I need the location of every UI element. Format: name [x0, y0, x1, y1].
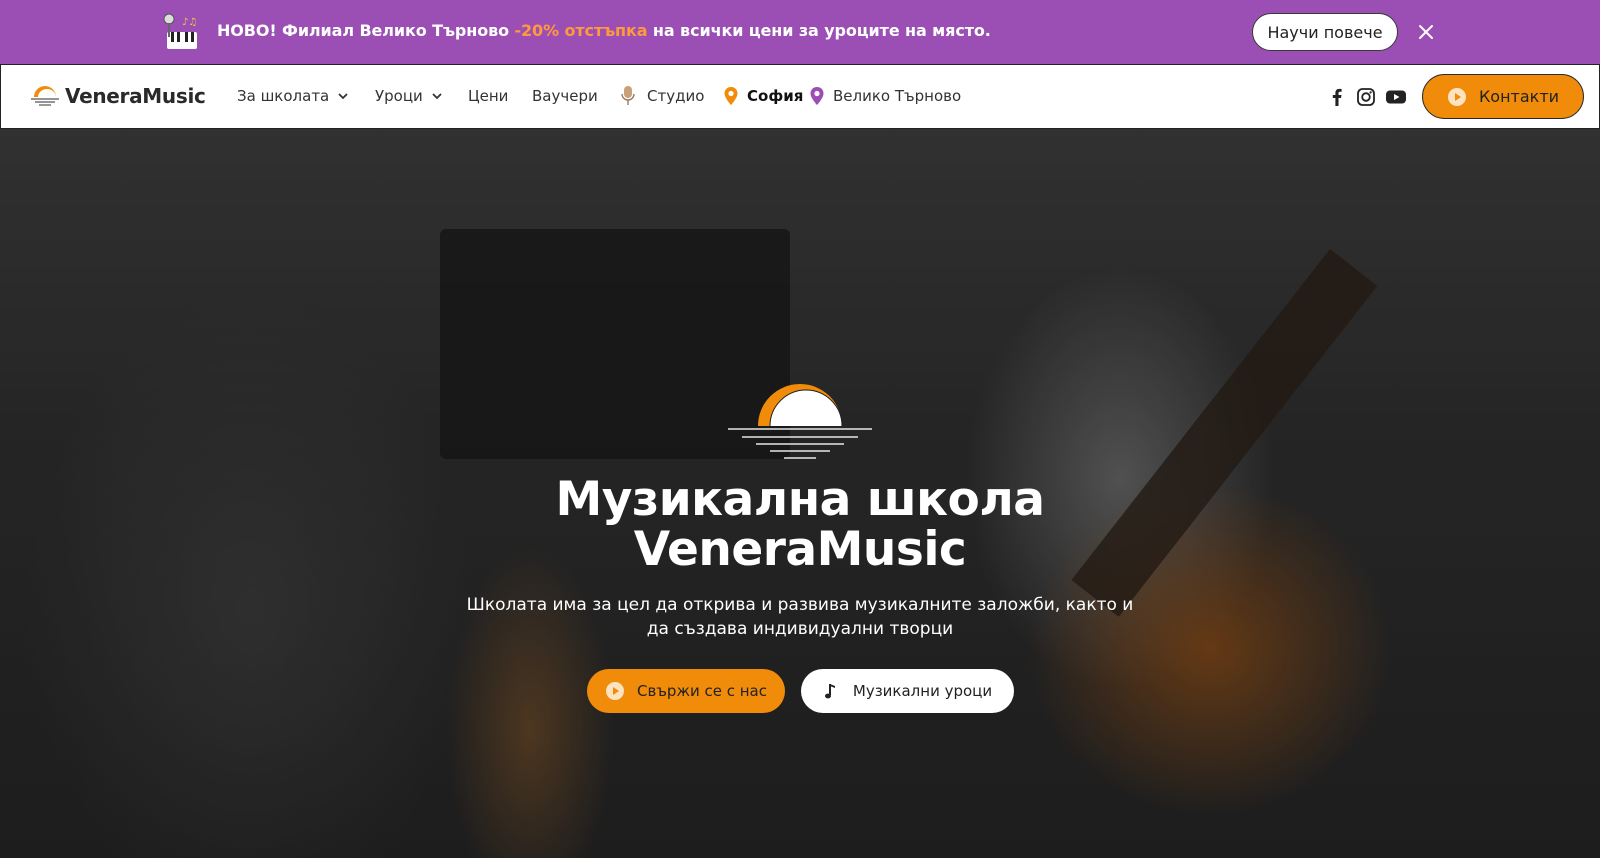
svg-text:♪♫: ♪♫	[182, 17, 197, 28]
site-logo[interactable]: VeneraMusic	[29, 83, 206, 109]
site-header: VeneraMusic За школата Уроци Цени Ваучер…	[0, 64, 1600, 129]
nav-item-sofia[interactable]: София	[723, 86, 803, 106]
microphone-icon	[621, 86, 635, 105]
nav-item-about[interactable]: За школата	[237, 87, 349, 105]
hero-section: Музикална школа VeneraMusic Школата има …	[0, 129, 1600, 858]
microphone-piano-icon: ♪♫	[163, 13, 197, 49]
contact-us-button[interactable]: Свържи се с нас	[587, 669, 785, 713]
map-pin-icon	[810, 87, 824, 105]
contacts-button[interactable]: Контакти	[1422, 74, 1584, 119]
hero-title: Музикална школа VeneraMusic	[555, 472, 1045, 577]
nav-item-lessons[interactable]: Уроци	[375, 87, 443, 105]
instagram-icon[interactable]	[1356, 87, 1376, 107]
nav-item-veliko-tarnovo[interactable]: Велико Търново	[809, 86, 961, 106]
learn-more-button[interactable]: Научи повече	[1252, 13, 1398, 51]
youtube-icon[interactable]	[1385, 87, 1407, 107]
close-icon[interactable]	[1416, 22, 1436, 42]
hero-subtitle: Школата има за цел да открива и развива …	[466, 595, 1134, 639]
chevron-down-icon	[338, 93, 348, 100]
announcement-bar: ♪♫ НОВО! Филиал Велико Търново -20% отст…	[0, 0, 1600, 64]
nav-item-studio[interactable]: Студио	[621, 85, 704, 107]
music-lessons-button[interactable]: Музикални уроци	[801, 669, 1014, 713]
play-circle-icon	[606, 682, 625, 700]
nav-item-vouchers[interactable]: Ваучери	[532, 87, 598, 105]
chevron-down-icon	[432, 93, 442, 100]
sunset-logo-icon	[728, 384, 872, 459]
sunset-logo-icon	[31, 86, 59, 106]
music-note-icon	[824, 684, 835, 699]
discount-highlight: -20% отстъпка	[514, 21, 648, 40]
announcement-text: НОВО! Филиал Велико Търново -20% отстъпк…	[217, 21, 991, 40]
logo-text: VeneraMusic	[65, 84, 206, 108]
facebook-icon[interactable]	[1327, 87, 1347, 107]
map-pin-icon	[724, 87, 738, 105]
nav-item-prices[interactable]: Цени	[468, 87, 508, 105]
play-circle-icon	[1447, 87, 1466, 106]
